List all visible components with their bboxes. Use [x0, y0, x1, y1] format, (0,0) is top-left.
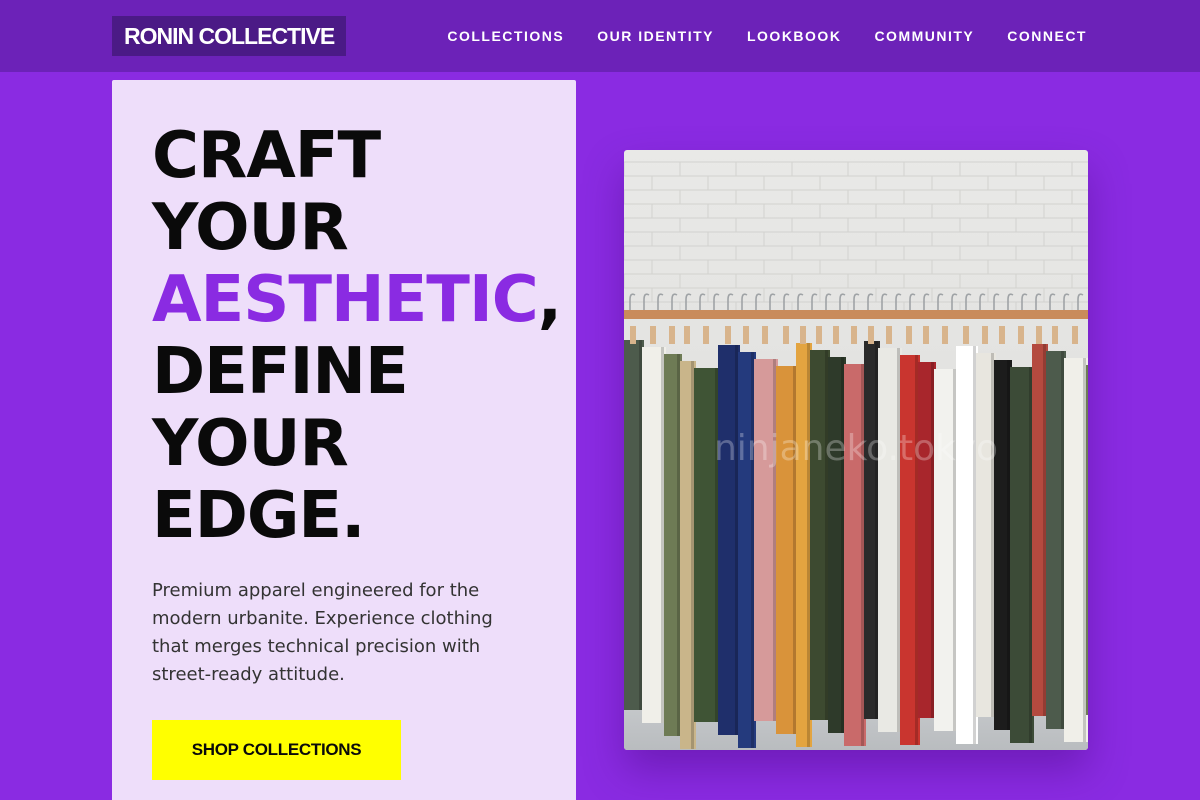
hero-headline: CRAFT YOUR AESTHETIC, DEFINE YOUR EDGE.: [152, 120, 612, 552]
nav-item-collections[interactable]: COLLECTIONS: [447, 28, 564, 44]
top-navbar: RONIN COLLECTIVE COLLECTIONS OUR IDENTIT…: [0, 0, 1200, 72]
headline-line-1: CRAFT: [152, 119, 381, 193]
headline-comma: ,: [537, 263, 562, 337]
clothing-rack-photo: ninjaneko.tokyo: [624, 150, 1088, 750]
hanging-rail: [624, 310, 1088, 319]
headline-line-4: DEFINE: [152, 335, 409, 409]
nav-item-connect[interactable]: CONNECT: [1007, 28, 1087, 44]
nav-item-lookbook[interactable]: LOOKBOOK: [747, 28, 841, 44]
brand-logo[interactable]: RONIN COLLECTIVE: [112, 16, 347, 56]
headline-line-2: YOUR: [152, 191, 349, 265]
headline-accent-word: AESTHETIC: [152, 263, 539, 337]
headline-line-3: AESTHETIC,: [152, 264, 612, 336]
shop-collections-button[interactable]: SHOP COLLECTIONS: [152, 720, 401, 780]
garment: [1086, 365, 1088, 715]
main-nav: COLLECTIONS OUR IDENTITY LOOKBOOK COMMUN…: [447, 0, 1087, 72]
hero-description: Premium apparel engineered for the moder…: [152, 580, 493, 685]
image-watermark: ninjaneko.tokyo: [714, 428, 998, 469]
hero-image: ninjaneko.tokyo: [624, 150, 1088, 750]
headline-line-5: YOUR: [152, 407, 349, 481]
headline-line-6: EDGE.: [152, 479, 365, 553]
nav-item-our-identity[interactable]: OUR IDENTITY: [597, 28, 714, 44]
nav-item-community[interactable]: COMMUNITY: [874, 28, 974, 44]
